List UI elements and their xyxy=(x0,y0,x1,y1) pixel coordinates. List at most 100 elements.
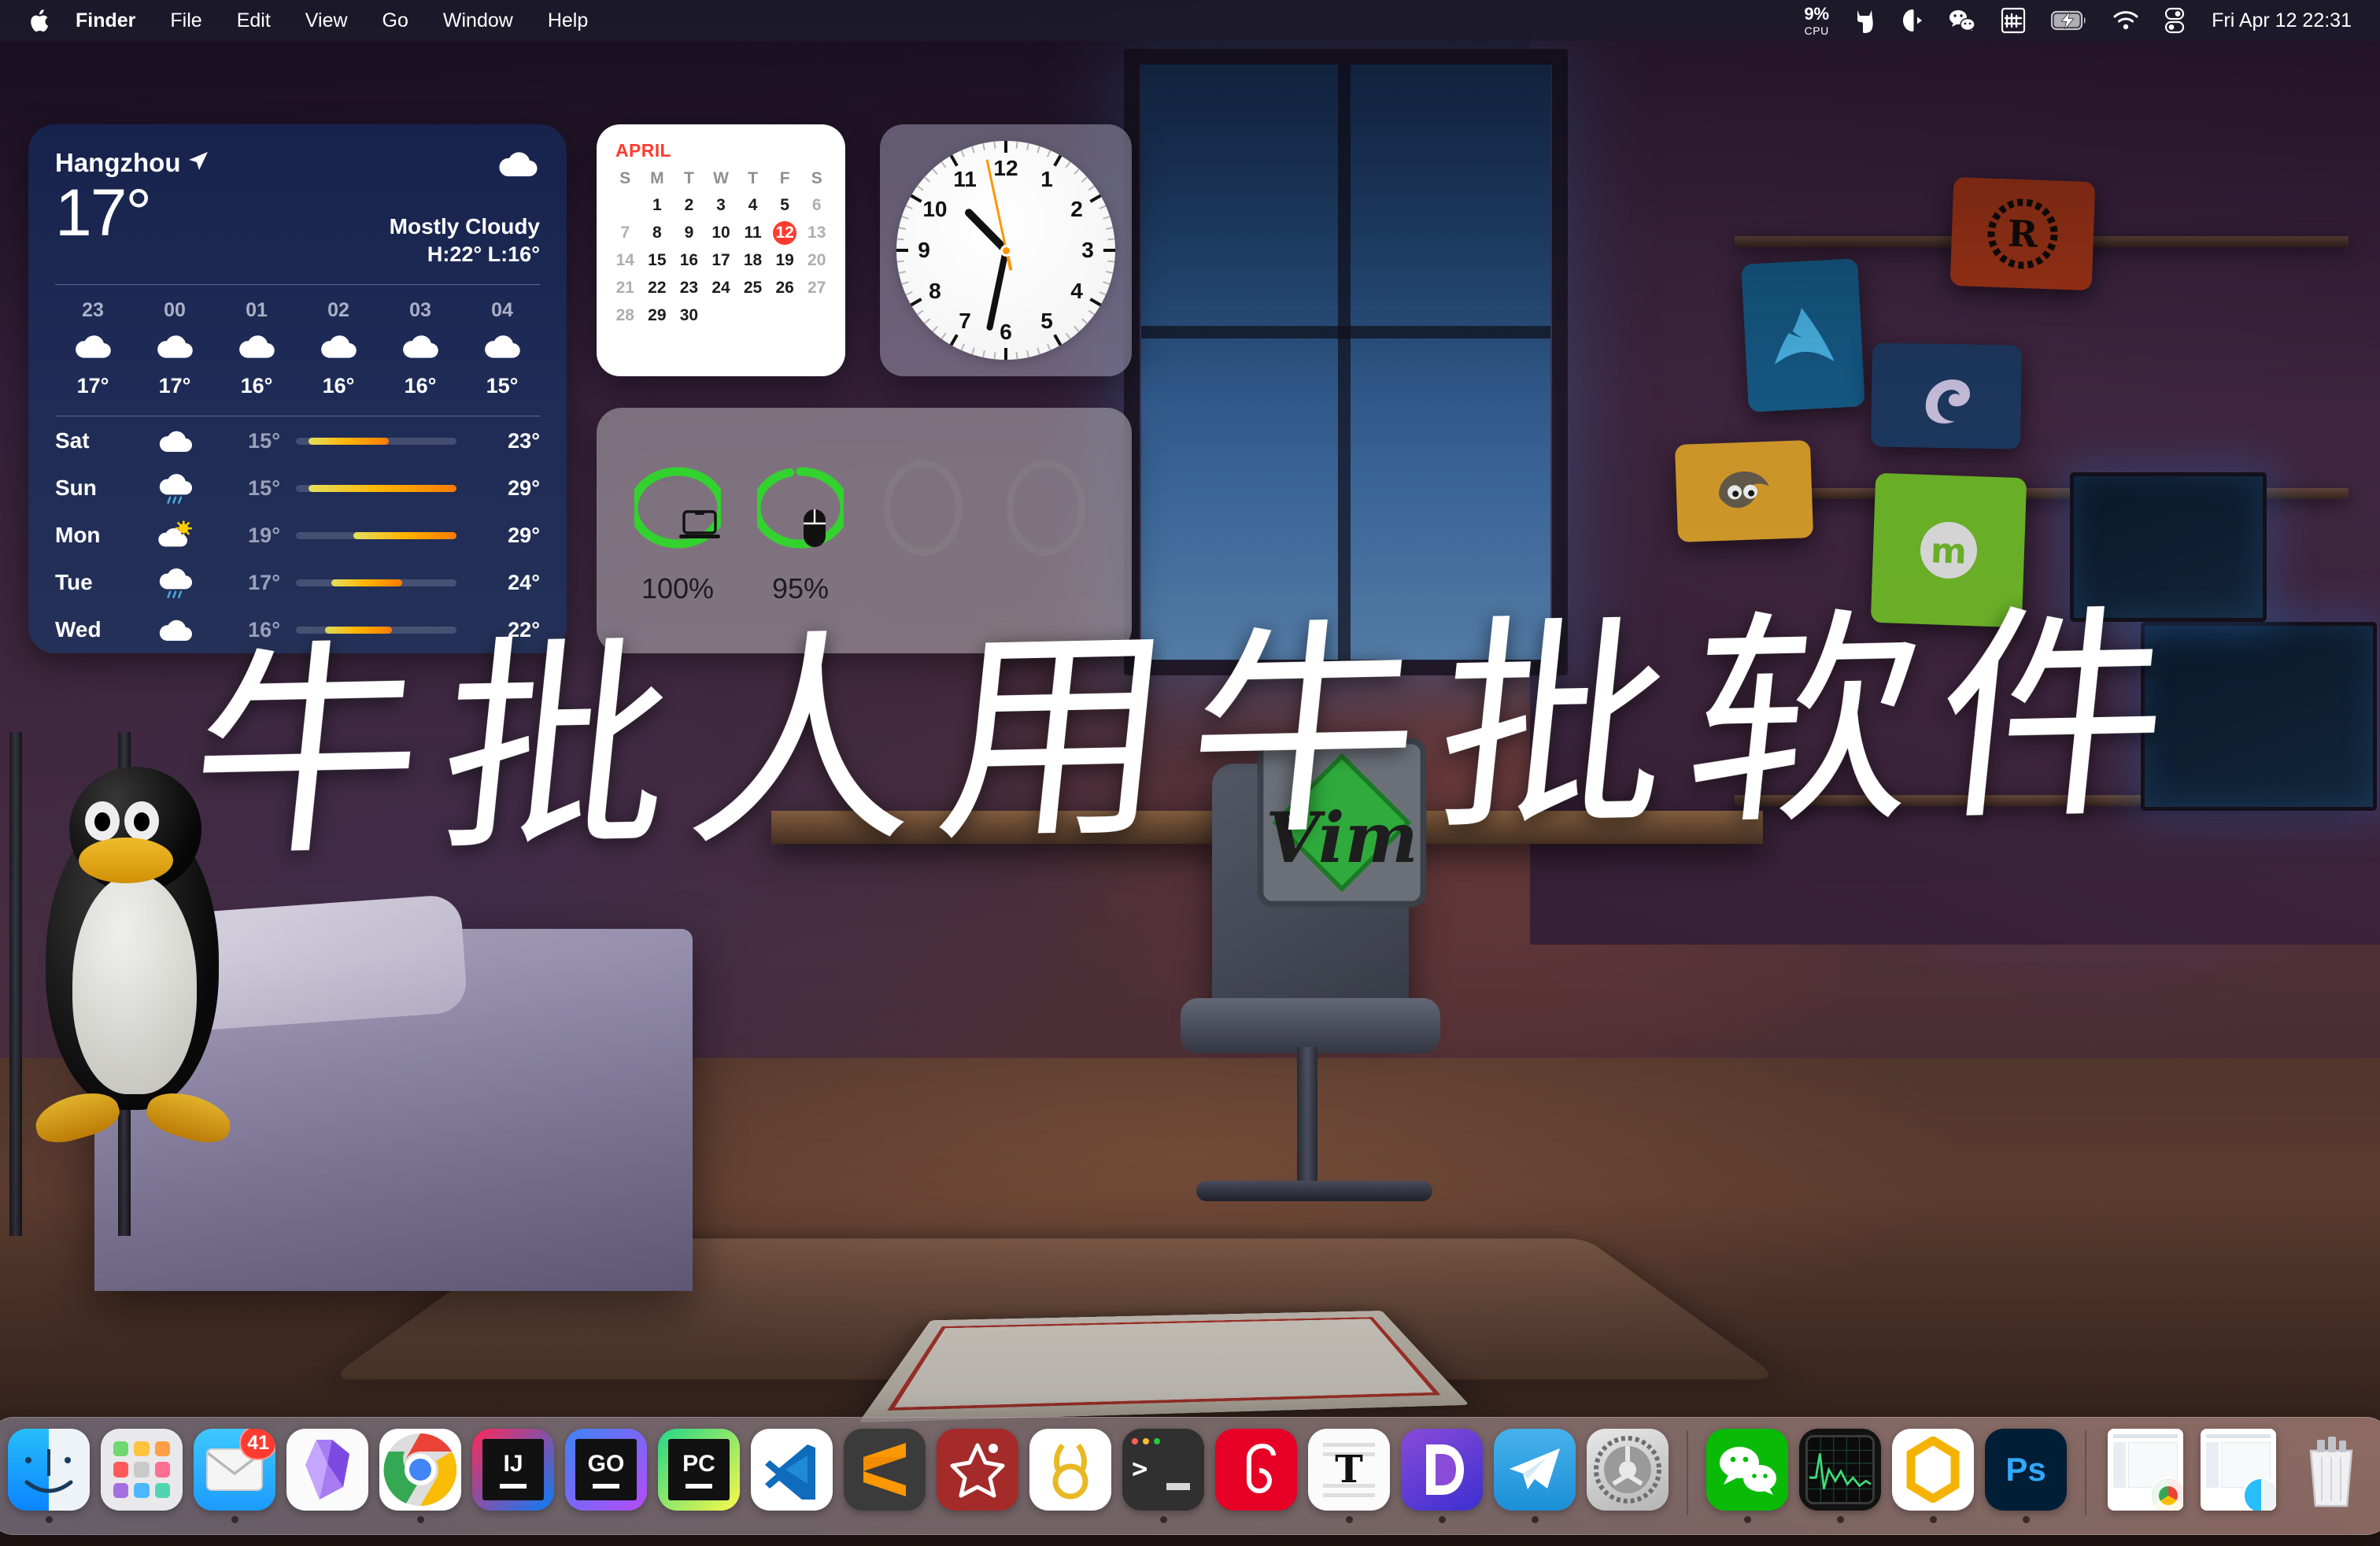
clock-tick xyxy=(896,260,904,263)
dock-item-minimized-finder-window[interactable] xyxy=(2192,1426,2285,1523)
dock[interactable]: 41 IJ GO PC > T Ps xyxy=(0,1417,2380,1535)
dock-item-system-settings[interactable] xyxy=(1581,1426,1674,1523)
battery-device-cell[interactable]: 95% xyxy=(748,456,853,605)
battery-percent: 95% xyxy=(771,572,830,605)
dock-running-indicator xyxy=(510,1516,517,1523)
calendar-day-cell[interactable]: 3 xyxy=(705,194,737,217)
calendar-month-label: APRIL xyxy=(615,140,671,161)
menu-item-edit[interactable]: Edit xyxy=(220,0,288,41)
calendar-day-cell[interactable]: 19 xyxy=(769,249,801,272)
battery-device-cell[interactable]: 100% xyxy=(625,456,730,605)
calendar-day-cell[interactable]: 15 xyxy=(641,249,674,272)
dock-item-photoshop[interactable]: Ps xyxy=(1979,1426,2072,1523)
menu-item-file[interactable]: File xyxy=(153,0,219,41)
menu-bar-left: Finder File Edit View Go Window Help xyxy=(0,0,605,41)
calendar-day-cell[interactable]: 11 xyxy=(737,221,769,245)
weather-hour-temp: 16° xyxy=(240,374,273,398)
calendar-day-cell[interactable]: 22 xyxy=(641,276,674,300)
calendar-day-cell[interactable]: 7 xyxy=(609,221,641,245)
apple-logo-icon[interactable] xyxy=(24,3,58,38)
calendar-day-cell[interactable]: 8 xyxy=(641,221,674,245)
control-center-icon[interactable] xyxy=(2153,0,2196,41)
dock-item-mail[interactable]: 41 xyxy=(188,1426,281,1523)
dock-item-pycharm[interactable]: PC xyxy=(652,1426,745,1523)
calendar-day-cell[interactable]: 1 xyxy=(641,194,674,217)
calendar-widget[interactable]: APRIL SMTWTFS.12345678910111213141516171… xyxy=(597,124,845,376)
calendar-day-cell[interactable]: 26 xyxy=(769,276,801,300)
menu-item-window[interactable]: Window xyxy=(426,0,530,41)
menu-bar-clock[interactable]: Fri Apr 12 22:31 xyxy=(2199,9,2360,32)
weather-day-range-bar xyxy=(296,626,456,634)
calendar-day-cell[interactable]: 27 xyxy=(800,276,833,300)
dock-item-chrome[interactable] xyxy=(374,1426,467,1523)
calendar-day-cell[interactable]: 10 xyxy=(705,221,737,245)
weather-day-high: 23° xyxy=(508,428,540,453)
dock-running-indicator xyxy=(1253,1516,1260,1523)
clock-tick xyxy=(1074,168,1080,176)
dock-item-launchpad[interactable] xyxy=(95,1426,188,1523)
calendar-day-cell[interactable]: 2 xyxy=(673,194,705,217)
menu-item-help[interactable]: Help xyxy=(530,0,605,41)
calendar-day-cell[interactable]: 18 xyxy=(737,249,769,272)
weather-hour-time: 01 xyxy=(246,299,268,321)
weather-day-low: 15° xyxy=(248,475,280,500)
dock-item-dingtalk[interactable] xyxy=(1395,1426,1488,1523)
calendar-day-cell[interactable]: 5 xyxy=(769,194,801,217)
calendar-day-cell[interactable]: 24 xyxy=(705,276,737,300)
wifi-icon[interactable] xyxy=(2101,0,2150,41)
wechat-icon[interactable] xyxy=(1938,0,1986,41)
calendar-day-cell[interactable]: 25 xyxy=(737,276,769,300)
battery-ring xyxy=(757,456,844,560)
menu-item-view[interactable]: View xyxy=(288,0,365,41)
dock-item-goland[interactable]: GO xyxy=(560,1426,652,1523)
rain-icon xyxy=(142,567,209,599)
dock-item-trash[interactable] xyxy=(2285,1426,2378,1523)
clock-tick xyxy=(1046,150,1051,157)
calendar-day-cell[interactable]: 20 xyxy=(800,249,833,272)
calendar-day-cell[interactable]: 14 xyxy=(609,249,641,272)
clock-widget[interactable]: 12 1 2 3 4 5 6 7 8 9 10 11 xyxy=(880,124,1132,376)
calendar-day-cell[interactable]: 23 xyxy=(673,276,705,300)
cpu-usage-indicator[interactable]: 9% CPU xyxy=(1794,5,1839,36)
dock-item-navicat[interactable] xyxy=(1024,1426,1117,1523)
dock-item-minimized-chrome-window[interactable] xyxy=(2099,1426,2192,1523)
clock-tick xyxy=(898,227,907,230)
calendar-day-cell[interactable]: 13 xyxy=(800,221,833,245)
dock-item-netease-music[interactable] xyxy=(1210,1426,1303,1523)
dock-item-telegram[interactable] xyxy=(1488,1426,1581,1523)
calendar-day-cell[interactable]: 6 xyxy=(800,194,833,217)
input-method-pinyin-icon[interactable] xyxy=(1990,0,2037,41)
battery-widget[interactable]: 100% 95% xyxy=(597,408,1132,653)
dock-item-sublime-text[interactable] xyxy=(838,1426,931,1523)
calendar-day-cell[interactable]: 21 xyxy=(609,276,641,300)
dock-item-typora[interactable]: T xyxy=(1303,1426,1395,1523)
calendar-day-of-week: T xyxy=(684,169,694,187)
svg-text:T: T xyxy=(1335,1448,1363,1492)
calendar-day-cell[interactable]: 28 xyxy=(609,304,641,327)
dock-item-activity-monitor[interactable] xyxy=(1794,1426,1887,1523)
dock-item-iterm[interactable]: > xyxy=(1117,1426,1210,1523)
location-arrow-icon[interactable] xyxy=(1890,0,1935,41)
dock-item-finder[interactable] xyxy=(2,1426,95,1523)
dock-item-vscode[interactable] xyxy=(745,1426,838,1523)
cat-icon[interactable] xyxy=(1842,0,1887,41)
calendar-day-cell[interactable]: 16 xyxy=(673,249,705,272)
calendar-day-cell[interactable]: 9 xyxy=(673,221,705,245)
calendar-day-cell[interactable]: 29 xyxy=(641,304,674,327)
weather-left: Hangzhou 17° xyxy=(55,148,209,267)
battery-charging-icon[interactable] xyxy=(2040,0,2098,41)
weather-widget[interactable]: Hangzhou 17° Mostly Cloudy H:22° L:16° 2… xyxy=(28,124,567,653)
calendar-day-cell[interactable]: 30 xyxy=(673,304,705,327)
calendar-today-cell[interactable]: 12 xyxy=(773,221,797,245)
dock-item-eudic[interactable] xyxy=(1887,1426,1979,1523)
dock-item-motrix[interactable] xyxy=(931,1426,1024,1523)
calendar-day-of-week: W xyxy=(713,169,729,187)
calendar-day-cell[interactable]: 4 xyxy=(737,194,769,217)
clock-tick xyxy=(898,271,907,274)
menu-item-finder[interactable]: Finder xyxy=(58,0,153,41)
menu-item-go[interactable]: Go xyxy=(365,0,426,41)
dock-item-obsidian[interactable] xyxy=(281,1426,374,1523)
dock-item-intellij-idea[interactable]: IJ xyxy=(467,1426,560,1523)
dock-item-wechat[interactable] xyxy=(1701,1426,1794,1523)
calendar-day-cell[interactable]: 17 xyxy=(705,249,737,272)
